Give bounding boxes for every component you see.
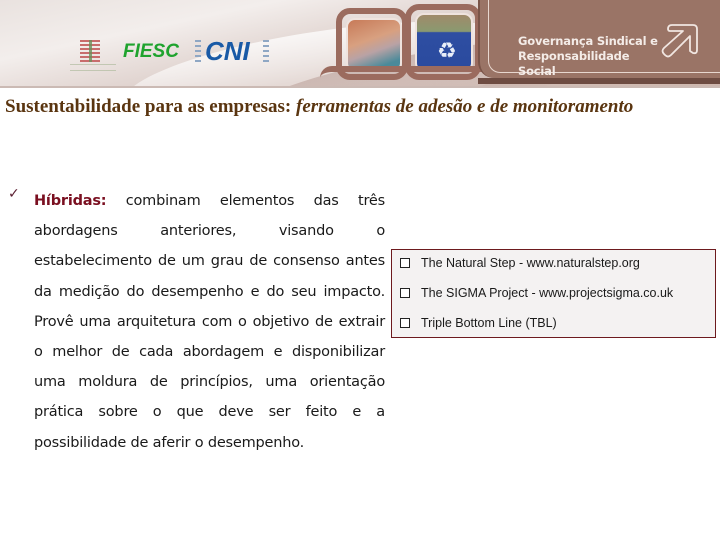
fiesc-logo: FIESC xyxy=(123,41,179,62)
reference-label: Triple Bottom Line (TBL) xyxy=(421,316,557,330)
square-bullet-icon xyxy=(400,288,410,298)
header-banner: FIESC CNI ♻ Governança Sindical e Respon… xyxy=(0,0,720,88)
reference-item: The Natural Step - www.naturalstep.org xyxy=(400,253,640,273)
banner-bottom-edge xyxy=(0,86,720,88)
references-box: The Natural Step - www.naturalstep.org T… xyxy=(391,249,716,338)
arrow-up-right-icon xyxy=(661,24,698,58)
bullet-text: combinam elementos das três abordagens a… xyxy=(34,193,385,451)
slide-title: Sustentabilidade para as empresas: ferra… xyxy=(5,94,708,120)
cni-dashes-left xyxy=(195,40,201,62)
checkmark-icon: ✓ xyxy=(8,186,20,202)
cni-logo-text: CNI xyxy=(205,36,250,66)
program-title-line1: Governança Sindical e xyxy=(518,34,658,48)
reference-item: The SIGMA Project - www.projectsigma.co.… xyxy=(400,283,673,303)
bullet-lead: Híbridas: xyxy=(34,193,107,209)
square-bullet-icon xyxy=(400,318,410,328)
reference-label: The SIGMA Project - www.projectsigma.co.… xyxy=(421,286,674,300)
square-bullet-icon xyxy=(400,258,410,268)
recycle-icon: ♻ xyxy=(437,39,457,64)
federation-emblem-icon xyxy=(80,40,100,62)
slide-title-italic: ferramentas de adesão e de monitoramento xyxy=(296,96,634,117)
emblem-caption xyxy=(70,64,116,71)
program-title: Governança Sindical e Responsabilidade S… xyxy=(518,34,658,79)
bullet-paragraph: Híbridas: combinam elementos das três ab… xyxy=(34,186,385,458)
photo-tile-person xyxy=(346,18,402,72)
slide-title-normal: Sustentabilidade para as empresas: xyxy=(5,96,297,117)
program-title-line2: Responsabilidade Social xyxy=(518,49,630,78)
reference-label: The Natural Step - www.naturalstep.org xyxy=(421,256,640,270)
reference-item: Triple Bottom Line (TBL) xyxy=(400,313,557,333)
cni-dashes-right xyxy=(263,40,269,62)
